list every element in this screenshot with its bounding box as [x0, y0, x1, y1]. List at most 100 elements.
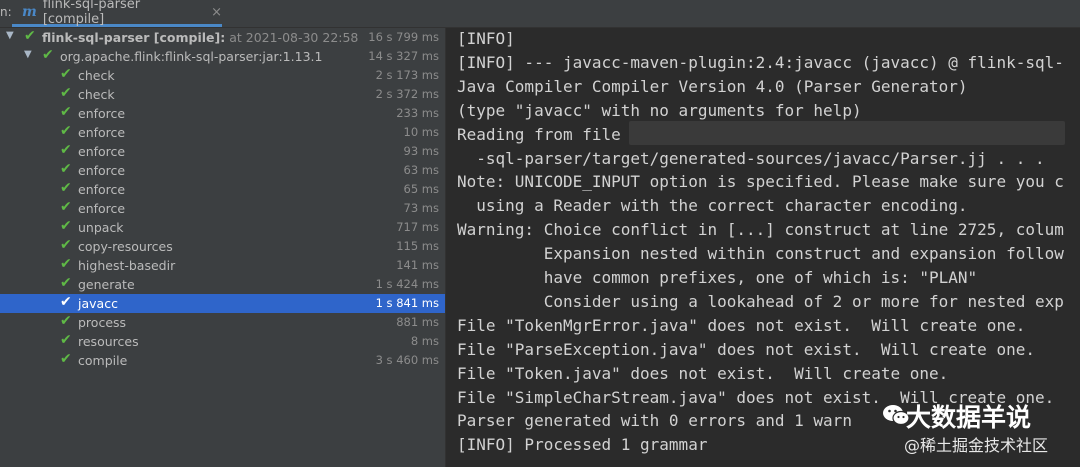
goal-duration: 881 ms — [396, 315, 439, 329]
chevron-down-icon[interactable]: ▼ — [6, 30, 14, 41]
tree-goal-check[interactable]: ✔ check 2 s 173 ms — [0, 66, 445, 85]
check-icon: ✔ — [60, 256, 72, 272]
goal-duration: 10 ms — [403, 125, 439, 139]
goal-name: enforce — [78, 106, 126, 121]
check-icon: ✔ — [60, 180, 72, 196]
goal-name: highest-basedir — [78, 258, 176, 273]
console-line: using a Reader with the correct characte… — [457, 196, 968, 216]
console-line: have common prefixes, one of which is: "… — [457, 268, 978, 287]
watermark-title: 大数据羊说 — [906, 403, 1032, 432]
goal-name: javacc — [78, 296, 118, 311]
editor-tab-bar: n: m flink-sql-parser [compile] × — [0, 0, 1080, 28]
goal-name: enforce — [78, 201, 126, 216]
root-duration: 16 s 799 ms — [368, 30, 439, 44]
console-line: Warning: Choice conflict in [...] constr… — [457, 220, 1064, 240]
check-icon: ✔ — [60, 66, 72, 82]
goal-name: enforce — [78, 182, 126, 197]
root-name: flink-sql-parser [compile]: — [42, 30, 226, 45]
console-line: Note: UNICODE_INPUT option is specified.… — [457, 172, 1064, 192]
goal-duration: 1 s 841 ms — [375, 296, 439, 310]
goal-duration: 141 ms — [396, 258, 439, 272]
watermark-subtitle: @稀土掘金技术社区 — [904, 436, 1049, 455]
check-icon: ✔ — [60, 104, 72, 120]
tree-artifact[interactable]: ▼ ✔ org.apache.flink:flink-sql-parser:ja… — [0, 47, 445, 66]
goal-duration: 233 ms — [396, 106, 439, 120]
check-icon: ✔ — [60, 237, 72, 253]
tree-goal-compile[interactable]: ✔ compile 3 s 460 ms — [0, 351, 445, 370]
check-icon: ✔ — [60, 294, 72, 310]
artifact-name: org.apache.flink:flink-sql-parser:jar:1.… — [60, 49, 323, 64]
console-line: [INFO] Processed 1 grammar — [457, 435, 708, 455]
console-line: [INFO] --- javacc-maven-plugin:2.4:javac… — [457, 52, 1064, 72]
tree-root[interactable]: ▼ ✔ flink-sql-parser [compile]: at 2021-… — [0, 28, 445, 47]
goal-name: compile — [78, 353, 128, 368]
goal-duration: 65 ms — [403, 182, 439, 196]
tree-goal-enforce[interactable]: ✔ enforce 73 ms — [0, 199, 445, 218]
goal-name: generate — [78, 277, 135, 292]
build-tree: ▼ ✔ flink-sql-parser [compile]: at 2021-… — [0, 28, 446, 467]
goal-name: copy-resources — [78, 239, 173, 254]
close-icon[interactable]: × — [211, 5, 222, 20]
goal-duration: 63 ms — [403, 163, 439, 177]
console-line: [INFO] — [457, 29, 515, 48]
tree-goal-enforce[interactable]: ✔ enforce 10 ms — [0, 123, 445, 142]
console-line: File "TokenMgrError.java" does not exist… — [457, 315, 1026, 335]
console-line: File "ParseException.java" does not exis… — [457, 339, 1035, 359]
console-line: Consider using a lookahead of 2 or more … — [457, 291, 1064, 311]
console-line: -sql-parser/target/generated-sources/jav… — [457, 148, 1045, 168]
goal-name: process — [78, 315, 127, 330]
check-icon: ✔ — [60, 123, 72, 139]
check-icon: ✔ — [60, 218, 72, 234]
check-icon: ✔ — [60, 142, 72, 158]
goal-duration: 3 s 460 ms — [375, 353, 439, 367]
check-icon: ✔ — [60, 161, 72, 177]
goal-duration: 73 ms — [403, 201, 439, 215]
check-icon: ✔ — [60, 313, 72, 329]
goal-duration: 2 s 372 ms — [375, 87, 439, 101]
tree-goal-enforce[interactable]: ✔ enforce 93 ms — [0, 142, 445, 161]
tree-goal-unpack[interactable]: ✔ unpack 717 ms — [0, 218, 445, 237]
redacted-path — [629, 121, 1065, 145]
chevron-down-icon[interactable]: ▼ — [24, 49, 32, 60]
maven-icon: m — [22, 4, 37, 20]
goal-name: enforce — [78, 163, 126, 178]
goal-name: enforce — [78, 125, 126, 140]
tree-goal-enforce[interactable]: ✔ enforce 65 ms — [0, 180, 445, 199]
goal-name: enforce — [78, 144, 126, 159]
tab-label: flink-sql-parser [compile] — [42, 0, 141, 27]
tree-goal-resources[interactable]: ✔ resources 8 ms — [0, 332, 445, 351]
watermark: 大数据羊说 @稀土掘金技术社区 — [882, 398, 1080, 467]
goal-duration: 115 ms — [396, 239, 439, 253]
check-icon: ✔ — [24, 28, 36, 44]
check-icon: ✔ — [42, 47, 54, 63]
tree-goal-check[interactable]: ✔ check 2 s 372 ms — [0, 85, 445, 104]
console-line: Parser generated with 0 errors and 1 war… — [457, 411, 852, 431]
check-icon: ✔ — [60, 332, 72, 348]
goal-name: check — [78, 87, 115, 102]
check-icon: ✔ — [60, 275, 72, 291]
console-line: (type "javacc" with no arguments for hel… — [457, 100, 862, 120]
tree-goal-generate[interactable]: ✔ generate 1 s 424 ms — [0, 275, 445, 294]
tree-goal-javacc[interactable]: ✔ javacc 1 s 841 ms — [0, 294, 445, 313]
tab-prefix: n: — [0, 5, 12, 19]
tree-goal-process[interactable]: ✔ process 881 ms — [0, 313, 445, 332]
goal-name: unpack — [78, 220, 124, 235]
tree-goal-enforce[interactable]: ✔ enforce 233 ms — [0, 104, 445, 123]
tree-goal-copy-resources[interactable]: ✔ copy-resources 115 ms — [0, 237, 445, 256]
goal-duration: 2 s 173 ms — [375, 68, 439, 82]
artifact-duration: 14 s 327 ms — [368, 49, 439, 63]
goal-name: check — [78, 68, 115, 83]
goal-duration: 93 ms — [403, 144, 439, 158]
goal-name: resources — [78, 334, 139, 349]
check-icon: ✔ — [60, 351, 72, 367]
check-icon: ✔ — [60, 85, 72, 101]
goal-duration: 1 s 424 ms — [375, 277, 439, 291]
tree-goal-enforce[interactable]: ✔ enforce 63 ms — [0, 161, 445, 180]
console-line: Expansion nested within construct and ex… — [457, 244, 1064, 264]
console-line: File "Token.java" does not exist. Will c… — [457, 363, 949, 383]
tab-flink-sql-parser-compile[interactable]: m flink-sql-parser [compile] × — [12, 0, 222, 27]
tree-goal-highest-basedir[interactable]: ✔ highest-basedir 141 ms — [0, 256, 445, 275]
console-line: Java Compiler Compiler Version 4.0 (Pars… — [457, 76, 968, 96]
goal-duration: 8 ms — [410, 334, 439, 348]
root-timestamp: at 2021-08-30 22:58 — [225, 30, 359, 45]
